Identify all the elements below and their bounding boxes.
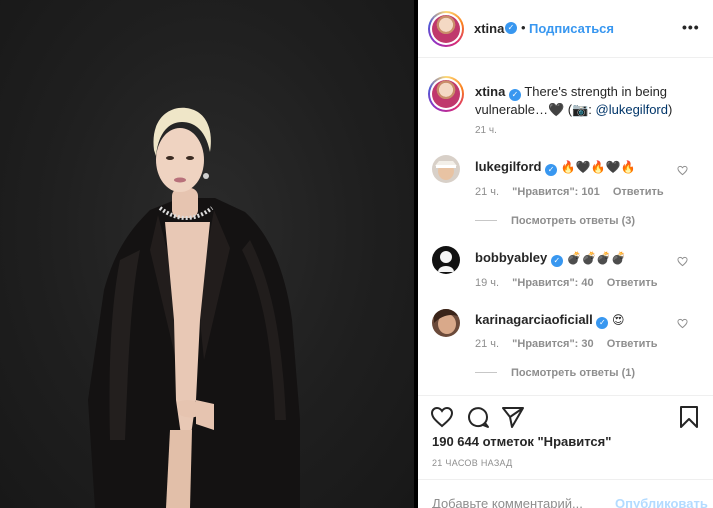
heart-icon[interactable] (430, 405, 454, 429)
verified-badge-icon: ✓ (550, 255, 563, 267)
bookmark-icon[interactable] (677, 405, 701, 429)
comment-username[interactable]: karinagarciaoficiall (475, 312, 593, 327)
reply-button[interactable]: Ответить (607, 338, 658, 350)
actions-divider (418, 395, 713, 396)
verified-badge-icon: ✓ (596, 317, 609, 329)
verified-badge-icon: ✓ (508, 89, 521, 101)
view-replies-label: Посмотреть ответы (1) (511, 367, 636, 379)
add-comment-bar: Опубликовать (418, 479, 713, 508)
comment-time: 21 ч. (475, 338, 500, 350)
comment-text: 😍 (612, 313, 625, 327)
caption-time: 21 ч. (475, 125, 497, 136)
comment-avatar[interactable] (432, 309, 460, 337)
more-options-icon[interactable]: ••• (682, 19, 700, 35)
comment-heart-icon[interactable] (677, 165, 688, 176)
view-replies-button[interactable]: Посмотреть ответы (3) (475, 215, 635, 227)
comment-text: 💣💣💣💣 (566, 251, 627, 265)
view-replies-line (475, 372, 497, 373)
post-caption: xtina ✓ There's strength in being vulner… (475, 83, 700, 118)
comment-username[interactable]: lukegilford (475, 159, 541, 174)
comment-meta: 21 ч. "Нравится": 101 Ответить (475, 186, 674, 198)
comment-avatar[interactable] (432, 246, 460, 274)
post-header: xtina ✓ • Подписаться ••• (418, 0, 713, 58)
view-replies-button[interactable]: Посмотреть ответы (1) (475, 367, 635, 379)
view-replies-line (475, 220, 497, 221)
comment-heart-icon[interactable] (677, 318, 688, 329)
post-side-panel: xtina ✓ • Подписаться ••• xtina ✓ There'… (418, 0, 713, 508)
caption-close: ) (667, 102, 673, 117)
paper-plane-icon[interactable] (501, 405, 525, 429)
comment-username[interactable]: bobbyabley (475, 250, 547, 265)
verified-badge-icon: ✓ (505, 22, 517, 34)
caption-mention-link[interactable]: @lukegilford (596, 102, 668, 117)
comment-likes[interactable]: "Нравится": 101 (512, 186, 600, 198)
author-avatar[interactable] (428, 11, 464, 47)
comment-time: 19 ч. (475, 277, 500, 289)
comment-body: lukegilford ✓ 🔥🖤🔥🖤🔥 (475, 159, 635, 176)
comment-text: 🔥🖤🔥🖤🔥 (560, 160, 636, 174)
likes-count[interactable]: 190 644 отметок "Нравится" (432, 434, 611, 449)
post-image-illustration (88, 107, 300, 508)
author-username[interactable]: xtina (474, 21, 504, 36)
comment-meta: 21 ч. "Нравится": 30 Ответить (475, 338, 668, 350)
comment-meta: 19 ч. "Нравится": 40 Ответить (475, 277, 668, 289)
caption-author-avatar[interactable] (428, 76, 464, 112)
separator-dot: • (521, 20, 526, 35)
comment-body: karinagarciaoficiall ✓ 😍 (475, 312, 625, 329)
caption-username[interactable]: xtina (475, 84, 505, 99)
reply-button[interactable]: Ответить (607, 277, 658, 289)
comment-avatar[interactable] (432, 155, 460, 183)
comment-input[interactable] (432, 496, 612, 508)
comment-heart-icon[interactable] (677, 256, 688, 267)
follow-button[interactable]: Подписаться (529, 21, 614, 36)
reply-button[interactable]: Ответить (613, 186, 664, 198)
comment-body: bobbyabley ✓ 💣💣💣💣 (475, 250, 626, 267)
verified-badge-icon: ✓ (545, 164, 558, 176)
comment-likes[interactable]: "Нравится": 30 (512, 338, 593, 350)
post-timestamp: 21 ЧАСОВ НАЗАД (432, 458, 513, 468)
publish-button[interactable]: Опубликовать (615, 496, 708, 508)
post-photo[interactable] (0, 0, 414, 508)
view-replies-label: Посмотреть ответы (3) (511, 215, 636, 227)
comment-time: 21 ч. (475, 186, 500, 198)
comment-icon[interactable] (466, 405, 490, 429)
comment-likes[interactable]: "Нравится": 40 (512, 277, 593, 289)
